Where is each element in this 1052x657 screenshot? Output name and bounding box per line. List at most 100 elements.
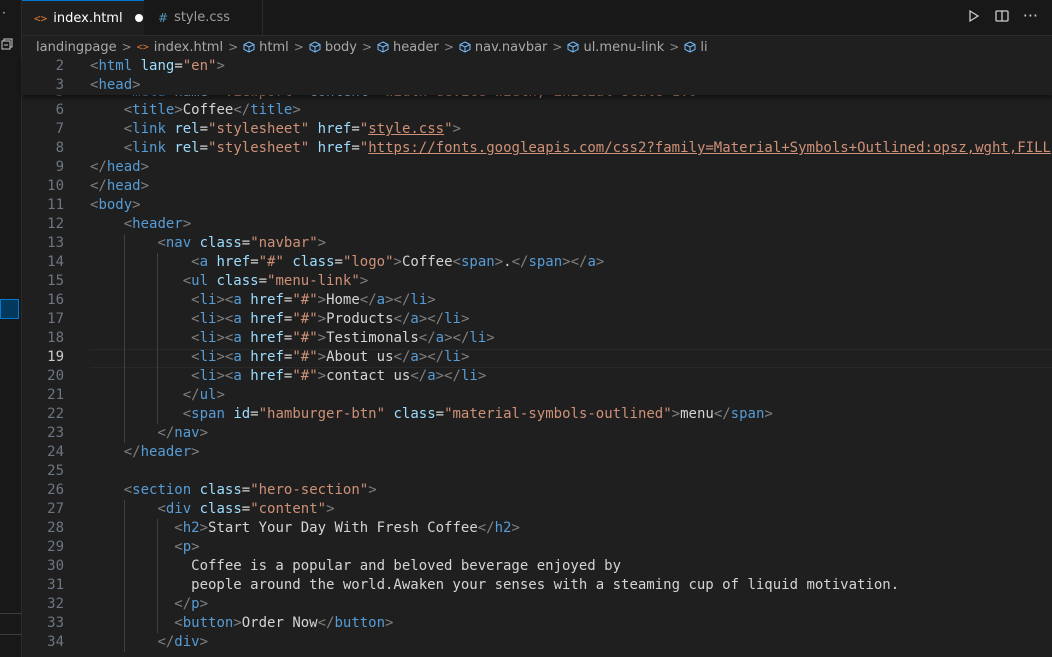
code-text[interactable]: </p> xyxy=(90,595,208,614)
code-line[interactable]: 3 <head> xyxy=(22,76,1052,95)
more-actions-icon[interactable]: ··· xyxy=(1023,8,1038,24)
code-line[interactable]: 13 <nav class="navbar"> xyxy=(22,234,1052,253)
code-text[interactable]: </head> xyxy=(90,177,149,196)
code-token: > xyxy=(317,292,327,308)
tab-style-css[interactable]: # style.css xyxy=(144,0,263,35)
code-text[interactable]: </head> xyxy=(90,158,149,177)
code-token: > xyxy=(132,77,141,93)
code-line[interactable]: 11 <body> xyxy=(22,196,1052,215)
code-line[interactable]: 28 <h2>Start Your Day With Fresh Coffee<… xyxy=(22,519,1052,538)
code-line[interactable]: 25 xyxy=(22,462,1052,481)
breadcrumb-symbol-ul[interactable]: ul.menu-link xyxy=(567,40,664,55)
code-line[interactable]: 5 <meta name="viewport" content="width=d… xyxy=(22,95,1052,101)
code-token: "#" xyxy=(292,292,318,308)
code-line[interactable]: 32 </p> xyxy=(22,595,1052,614)
code-text[interactable]: <meta name="viewport" content="width=dev… xyxy=(90,95,714,101)
code-line[interactable]: 17 <li><a href="#">Products</a></li> xyxy=(22,310,1052,329)
code-text[interactable]: <p> xyxy=(90,538,199,557)
code-text[interactable]: <li><a href="#">Testimonals</a></li> xyxy=(90,329,495,348)
code-token: < xyxy=(182,406,192,422)
code-line[interactable]: 34 </div> xyxy=(22,633,1052,652)
code-line[interactable]: 20 <li><a href="#">contact us</a></li> xyxy=(22,367,1052,386)
code-editor[interactable]: 2<html lang="en">3<head> 5 <meta name="v… xyxy=(22,57,1052,657)
code-line[interactable]: 22 <span id="hamburger-btn" class="mater… xyxy=(22,405,1052,424)
divider xyxy=(0,634,21,635)
code-text[interactable]: <button>Order Now</button> xyxy=(90,614,393,633)
tab-index-html[interactable]: <> index.html xyxy=(22,0,144,35)
code-text[interactable]: <a href="#" class="logo">Coffee<span>.</… xyxy=(90,253,604,272)
code-line[interactable]: 16 <li><a href="#">Home</a></li> xyxy=(22,291,1052,310)
breadcrumb-file[interactable]: <> index.html xyxy=(137,40,223,55)
code-text[interactable]: <h2>Start Your Day With Fresh Coffee</h2… xyxy=(90,519,520,538)
code-token: . xyxy=(503,254,512,270)
code-line[interactable]: 33 <button>Order Now</button> xyxy=(22,614,1052,633)
code-line[interactable]: 30 Coffee is a popular and beloved bever… xyxy=(22,557,1052,576)
code-text[interactable]: <link rel="stylesheet" href="style.css"> xyxy=(90,120,461,139)
code-line[interactable]: 6 <title>Coffee</title> xyxy=(22,101,1052,120)
code-text[interactable]: <html lang="en"> xyxy=(90,57,225,76)
code-text[interactable]: </nav> xyxy=(90,424,208,443)
code-token: > xyxy=(317,235,327,251)
code-token: span xyxy=(528,254,563,270)
code-token: "menu-link" xyxy=(267,273,360,289)
code-text[interactable]: <li><a href="#">About us</a></li> xyxy=(90,348,469,367)
code-text[interactable]: </div> xyxy=(90,633,208,652)
code-token: </ xyxy=(174,596,192,612)
code-line[interactable]: 14 <a href="#" class="logo">Coffee<span>… xyxy=(22,253,1052,272)
code-text[interactable]: <span id="hamburger-btn" class="material… xyxy=(90,405,773,424)
code-text[interactable]: <head> xyxy=(90,76,141,95)
sticky-scroll[interactable]: 2 <html lang="en"> 3 <head> xyxy=(22,57,1052,95)
code-token: class xyxy=(292,254,335,270)
code-text[interactable]: </header> xyxy=(90,443,200,462)
breadcrumb-symbol-header[interactable]: header xyxy=(377,40,439,55)
code-line[interactable]: 21 </ul> xyxy=(22,386,1052,405)
code-text[interactable]: <link rel="stylesheet" href="https://fon… xyxy=(90,139,1051,158)
code-line[interactable]: 2 <html lang="en"> xyxy=(22,57,1052,76)
code-line[interactable]: 15 <ul class="menu-link"> xyxy=(22,272,1052,291)
selected-explorer-item[interactable] xyxy=(0,299,19,319)
split-editor-icon[interactable] xyxy=(995,9,1009,23)
code-line[interactable]: 26 <section class="hero-section"> xyxy=(22,481,1052,500)
breadcrumb-symbol-li[interactable]: li xyxy=(684,40,708,55)
code-text[interactable]: <title>Coffee</title> xyxy=(90,101,301,120)
code-line[interactable]: 8 <link rel="stylesheet" href="https://f… xyxy=(22,139,1052,158)
breadcrumb-symbol-body[interactable]: body xyxy=(309,40,357,55)
code-text[interactable]: <div class="content"> xyxy=(90,500,334,519)
breadcrumb-symbol-html[interactable]: html xyxy=(243,40,289,55)
code-text[interactable]: people around the world.Awaken your sens… xyxy=(90,576,899,595)
breadcrumb-folder[interactable]: landingpage xyxy=(36,40,117,55)
code-text[interactable]: <li><a href="#">Products</a></li> xyxy=(90,310,469,329)
code-line[interactable]: 7 <link rel="stylesheet" href="style.css… xyxy=(22,120,1052,139)
code-line[interactable]: 10 </head> xyxy=(22,177,1052,196)
unsaved-dot-icon[interactable] xyxy=(134,14,143,22)
code-text[interactable]: <section class="hero-section"> xyxy=(90,481,377,500)
code-token: head xyxy=(98,77,133,93)
code-token: a xyxy=(410,311,419,327)
code-line[interactable]: 23 </nav> xyxy=(22,424,1052,443)
code-token: a xyxy=(410,349,419,365)
code-line[interactable]: 29 <p> xyxy=(22,538,1052,557)
collapse-all-icon[interactable] xyxy=(1,38,13,50)
code-text[interactable]: <header> xyxy=(90,215,191,234)
code-token: = xyxy=(351,140,360,156)
code-line[interactable]: 18 <li><a href="#">Testimonals</a></li> xyxy=(22,329,1052,348)
code-line[interactable]: 24 </header> xyxy=(22,443,1052,462)
code-line[interactable]: 19 <li><a href="#">About us</a></li> xyxy=(22,348,1052,368)
breadcrumb-symbol-nav[interactable]: nav.navbar xyxy=(459,40,547,55)
code-text[interactable]: <li><a href="#">Home</a></li> xyxy=(90,291,436,310)
code-line[interactable]: 31 people around the world.Awaken your s… xyxy=(22,576,1052,595)
run-icon[interactable] xyxy=(967,9,981,23)
code-line[interactable]: 27 <div class="content"> xyxy=(22,500,1052,519)
code-text[interactable]: <body> xyxy=(90,196,141,215)
code-text[interactable]: Coffee is a popular and beloved beverage… xyxy=(90,557,621,576)
more-icon[interactable]: · xyxy=(2,6,6,20)
code-line[interactable]: 12 <header> xyxy=(22,215,1052,234)
line-number: 28 xyxy=(47,520,64,536)
code-line[interactable]: 9 </head> xyxy=(22,158,1052,177)
line-number: 8 xyxy=(55,140,64,156)
code-text[interactable]: <nav class="navbar"> xyxy=(90,234,326,253)
code-text[interactable]: <ul class="menu-link"> xyxy=(90,272,368,291)
code-text[interactable]: <li><a href="#">contact us</a></li> xyxy=(90,367,486,386)
